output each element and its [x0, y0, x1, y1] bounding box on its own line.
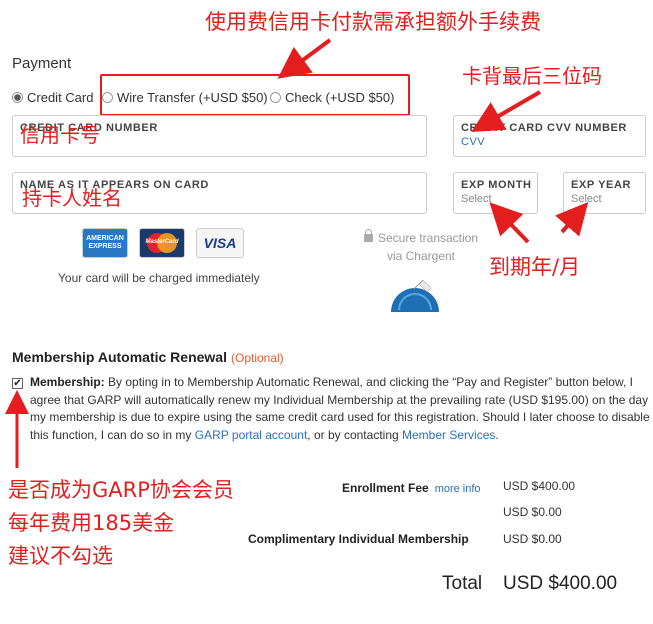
membership-bold-lead: Membership:	[30, 375, 105, 389]
enrollment-fee-label: Enrollment Fee	[342, 481, 429, 495]
blank-fee-value: USD $0.00	[503, 505, 562, 519]
optional-tag: (Optional)	[230, 351, 284, 365]
total-value: USD $400.00	[503, 573, 618, 594]
membership-renewal-checkbox[interactable]: ✔	[12, 378, 23, 389]
membership-text-end: .	[495, 427, 499, 442]
total-label: Total	[442, 573, 483, 594]
garp-portal-link[interactable]: GARP portal account	[195, 428, 308, 442]
membership-renewal-text: Membership: By opting in to Membership A…	[30, 374, 650, 444]
enrollment-fee-value: USD $400.00	[503, 479, 576, 493]
membership-text-part2: , or by contacting	[307, 427, 399, 442]
complimentary-membership-value: USD $0.00	[503, 532, 562, 546]
more-info-link[interactable]: more info	[435, 483, 481, 495]
annotation-membership-note-3: 建议不勾选	[8, 544, 113, 568]
member-services-link[interactable]: Member Services	[402, 428, 495, 442]
complimentary-membership-label: Complimentary Individual Membership	[248, 532, 469, 546]
enrollment-fee-row: Enrollment Fee more info	[342, 479, 481, 497]
membership-title-text: Membership Automatic Renewal	[12, 349, 227, 365]
annotation-membership-note-2: 每年费用185美金	[8, 511, 175, 535]
membership-section-title: Membership Automatic Renewal (Optional)	[12, 349, 284, 365]
annotation-membership-note-1: 是否成为GARP协会会员	[8, 478, 234, 502]
